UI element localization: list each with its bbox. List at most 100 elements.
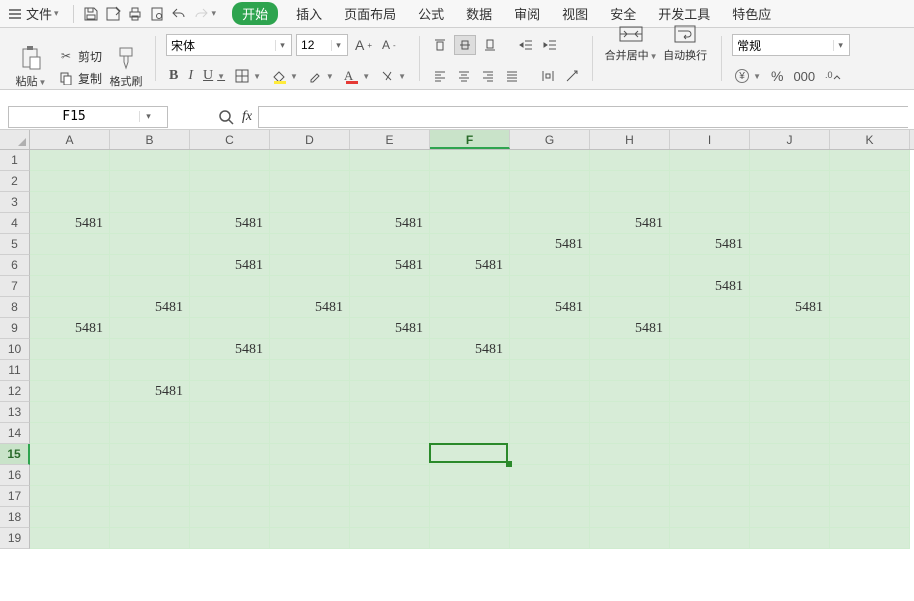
cell[interactable] [270,150,350,171]
cell[interactable] [270,465,350,486]
cell[interactable]: 5481 [430,255,510,276]
fill-color-button[interactable]: ▼ [268,67,301,86]
cell[interactable] [830,213,910,234]
bold-button[interactable]: B [166,66,181,86]
cell[interactable] [190,402,270,423]
cell[interactable]: 5481 [350,213,430,234]
chevron-down-icon[interactable]: ▾ [331,40,345,51]
cell[interactable] [270,402,350,423]
cell[interactable] [110,234,190,255]
cell[interactable] [270,528,350,549]
tab-页面布局[interactable]: 页面布局 [340,2,400,25]
cell[interactable] [350,339,430,360]
cell[interactable] [750,486,830,507]
row-header[interactable]: 2 [0,171,30,192]
font-color-button[interactable]: A▼ [341,66,373,86]
tab-视图[interactable]: 视图 [558,2,592,25]
cell[interactable] [750,360,830,381]
cell[interactable] [190,507,270,528]
cell[interactable] [830,339,910,360]
cell[interactable] [110,507,190,528]
cell[interactable] [830,192,910,213]
cell[interactable] [270,276,350,297]
cell[interactable] [350,465,430,486]
cell[interactable]: 5481 [190,255,270,276]
increase-indent-button[interactable] [540,36,560,54]
cell[interactable] [830,444,910,465]
cell[interactable]: 5481 [670,276,750,297]
print-button[interactable] [124,3,146,25]
cell[interactable] [30,381,110,402]
cell[interactable]: 5481 [270,297,350,318]
cell[interactable] [30,339,110,360]
cell[interactable] [830,171,910,192]
cell[interactable] [270,339,350,360]
cell[interactable] [30,486,110,507]
cell[interactable] [670,150,750,171]
cell[interactable] [590,255,670,276]
cell[interactable] [430,507,510,528]
cell[interactable] [590,465,670,486]
cell[interactable] [590,171,670,192]
font-name-input[interactable] [167,35,275,55]
column-header[interactable]: I [670,130,750,149]
cell[interactable] [430,297,510,318]
cell[interactable] [590,444,670,465]
name-box[interactable]: ▾ [8,106,168,128]
search-icon[interactable] [218,109,238,125]
cell[interactable] [430,423,510,444]
cell[interactable] [110,318,190,339]
cell[interactable] [590,507,670,528]
row-header[interactable]: 9 [0,318,30,339]
row-header[interactable]: 18 [0,507,30,528]
cell[interactable] [750,465,830,486]
cell[interactable] [750,339,830,360]
cell[interactable] [670,360,750,381]
distribute-h-button[interactable] [538,67,558,85]
cell[interactable] [270,213,350,234]
cell[interactable] [670,444,750,465]
row-header[interactable]: 14 [0,423,30,444]
cell[interactable] [190,150,270,171]
cell[interactable] [590,297,670,318]
cell[interactable] [590,339,670,360]
cell[interactable] [830,360,910,381]
row-header[interactable]: 15 [0,444,30,465]
cell[interactable] [30,192,110,213]
cell[interactable] [350,234,430,255]
cell[interactable] [670,318,750,339]
merge-center-button[interactable]: 合并居中▼ [603,23,659,63]
row-header[interactable]: 13 [0,402,30,423]
cell[interactable] [30,444,110,465]
cell[interactable] [430,171,510,192]
chevron-down-icon[interactable]: ▾ [833,40,847,51]
cell[interactable] [430,276,510,297]
cell[interactable] [510,255,590,276]
copy-button[interactable]: 复制 [54,67,105,89]
column-header[interactable]: F [430,130,510,149]
cell[interactable] [670,213,750,234]
cell[interactable] [350,486,430,507]
cell[interactable] [270,486,350,507]
cell[interactable]: 5481 [430,339,510,360]
cell[interactable] [670,192,750,213]
column-header[interactable]: C [190,130,270,149]
increase-decimal-button[interactable]: .0 [822,67,844,85]
column-header[interactable]: E [350,130,430,149]
cell[interactable] [430,192,510,213]
cell[interactable] [750,423,830,444]
cell[interactable] [30,171,110,192]
cell[interactable] [590,402,670,423]
cell[interactable] [750,444,830,465]
cell[interactable] [750,381,830,402]
align-middle-button[interactable] [454,35,476,55]
chevron-down-icon[interactable]: ▾ [139,111,157,122]
cell[interactable] [30,150,110,171]
decrease-indent-button[interactable] [516,36,536,54]
column-header[interactable]: B [110,130,190,149]
cell[interactable] [190,465,270,486]
cell[interactable] [30,423,110,444]
tab-数据[interactable]: 数据 [462,2,496,25]
cell[interactable]: 5481 [350,255,430,276]
cell[interactable] [430,150,510,171]
